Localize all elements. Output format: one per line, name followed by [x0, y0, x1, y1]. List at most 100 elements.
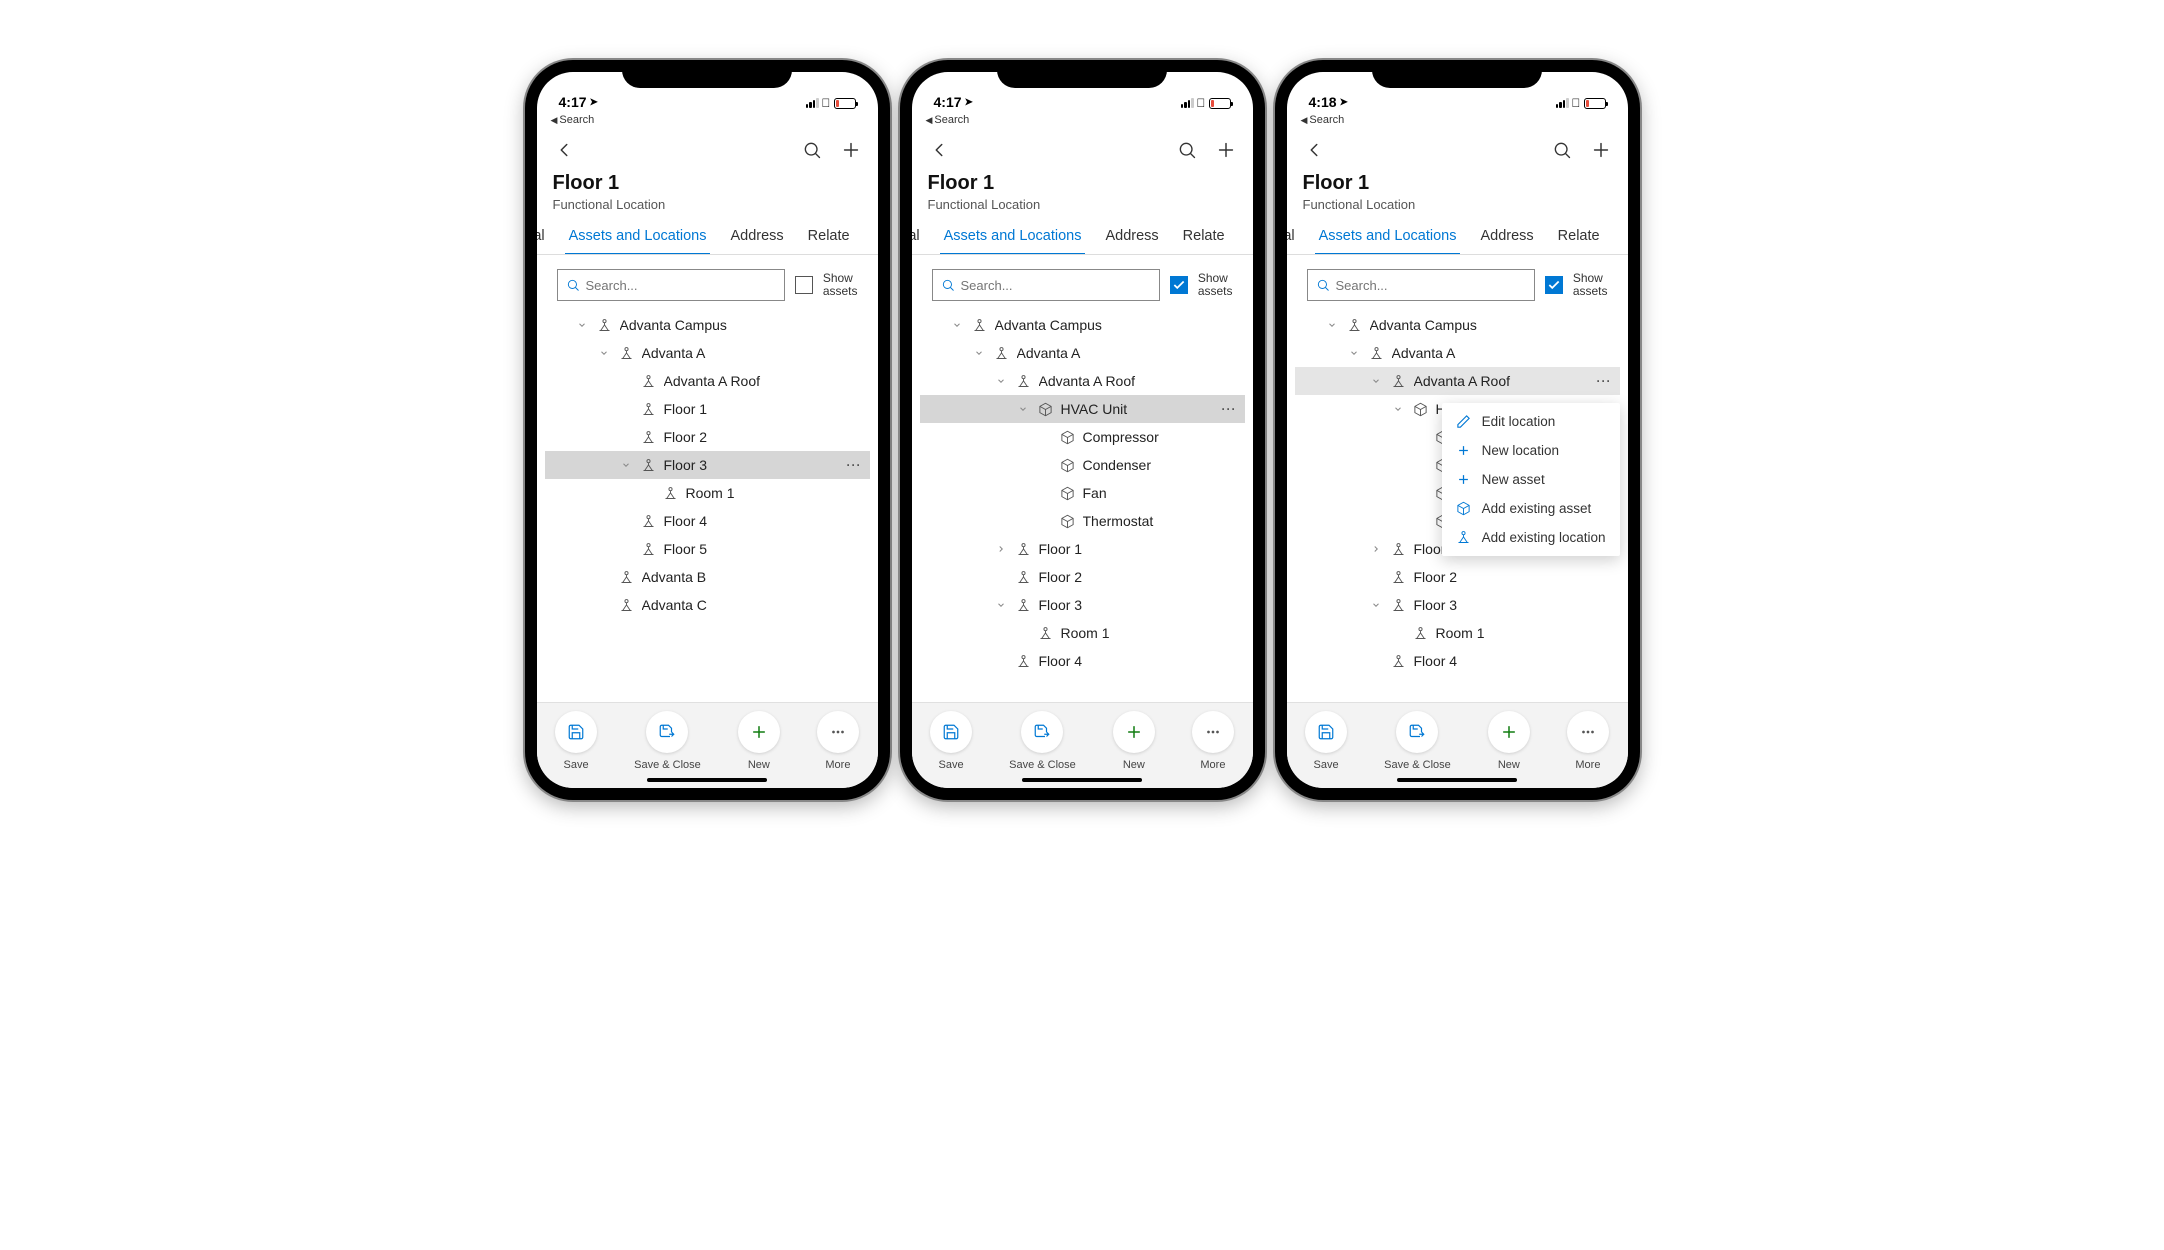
tree-node[interactable]: HVAC Unit ··· — [920, 395, 1245, 423]
tree-node[interactable]: Advanta Campus — [920, 311, 1245, 339]
search-button[interactable] — [802, 140, 822, 160]
tree-node[interactable]: Advanta Campus — [545, 311, 870, 339]
search-input[interactable] — [586, 278, 776, 293]
tree-node[interactable]: Condenser — [920, 451, 1245, 479]
back-button[interactable] — [553, 139, 575, 161]
tab-address[interactable]: Address — [718, 218, 795, 254]
tree-node[interactable]: Floor 4 — [545, 507, 870, 535]
tree-node[interactable]: Room 1 — [545, 479, 870, 507]
tree-node[interactable]: Advanta A — [920, 339, 1245, 367]
node-actions-button[interactable]: ··· — [847, 458, 862, 472]
expand-chevron-icon[interactable] — [996, 600, 1008, 610]
save-button[interactable]: Save — [930, 711, 972, 771]
ctx-new-asset[interactable]: New asset — [1442, 465, 1620, 494]
tree-node[interactable]: Advanta A Roof — [920, 367, 1245, 395]
tree-node[interactable]: Floor 3 — [1295, 591, 1620, 619]
tree-node[interactable]: Floor 1 — [545, 395, 870, 423]
expand-chevron-icon[interactable] — [1349, 348, 1361, 358]
expand-chevron-icon[interactable] — [1371, 600, 1383, 610]
tab-related[interactable]: Relate — [1171, 218, 1237, 254]
search-button[interactable] — [1552, 140, 1572, 160]
tree-node[interactable]: Floor 2 — [1295, 563, 1620, 591]
ctx-add-existing-location[interactable]: Add existing location — [1442, 523, 1620, 552]
more-button[interactable]: More — [1192, 711, 1234, 771]
tree-node[interactable]: Floor 2 — [920, 563, 1245, 591]
tree-node[interactable]: Room 1 — [1295, 619, 1620, 647]
more-button[interactable]: More — [817, 711, 859, 771]
node-actions-button[interactable]: ··· — [1597, 374, 1612, 388]
expand-chevron-icon[interactable] — [1371, 376, 1383, 386]
save-close-button[interactable]: Save & Close — [634, 711, 701, 771]
tab-general[interactable]: ral — [912, 218, 932, 254]
tree-node[interactable]: Advanta A Roof — [545, 367, 870, 395]
tab-assets-locations[interactable]: Assets and Locations — [1307, 218, 1469, 254]
back-to-search-link[interactable]: ◀Search — [912, 112, 1253, 128]
tree-node[interactable]: Floor 3 ··· — [545, 451, 870, 479]
tab-general[interactable]: ral — [537, 218, 557, 254]
back-button[interactable] — [1303, 139, 1325, 161]
save-close-button[interactable]: Save & Close — [1384, 711, 1451, 771]
expand-chevron-icon[interactable] — [974, 348, 986, 358]
tree-node[interactable]: Floor 5 — [545, 535, 870, 563]
more-button[interactable]: More — [1567, 711, 1609, 771]
search-input[interactable] — [1336, 278, 1526, 293]
search-button[interactable] — [1177, 140, 1197, 160]
tree-node[interactable]: Floor 3 — [920, 591, 1245, 619]
tab-related[interactable]: Relate — [1546, 218, 1612, 254]
tree-node[interactable]: Advanta A — [545, 339, 870, 367]
expand-chevron-icon[interactable] — [1393, 404, 1405, 414]
new-button[interactable]: New — [1113, 711, 1155, 771]
back-to-search-link[interactable]: ◀Search — [1287, 112, 1628, 128]
tab-assets-locations[interactable]: Assets and Locations — [932, 218, 1094, 254]
expand-chevron-icon[interactable] — [1371, 544, 1383, 554]
expand-chevron-icon[interactable] — [599, 348, 611, 358]
tab-address[interactable]: Address — [1468, 218, 1545, 254]
tree-node[interactable]: Advanta B — [545, 563, 870, 591]
tree-node[interactable]: Floor 4 — [920, 647, 1245, 675]
home-indicator[interactable] — [647, 778, 767, 782]
ctx-edit-location[interactable]: Edit location — [1442, 407, 1620, 436]
tab-assets-locations[interactable]: Assets and Locations — [557, 218, 719, 254]
expand-chevron-icon[interactable] — [1327, 320, 1339, 330]
ctx-add-existing-asset[interactable]: Add existing asset — [1442, 494, 1620, 523]
tree-node[interactable]: Advanta Campus — [1295, 311, 1620, 339]
tree-node[interactable]: Thermostat — [920, 507, 1245, 535]
expand-chevron-icon[interactable] — [996, 544, 1008, 554]
home-indicator[interactable] — [1022, 778, 1142, 782]
tab-related[interactable]: Relate — [796, 218, 862, 254]
expand-chevron-icon[interactable] — [952, 320, 964, 330]
search-input-container[interactable] — [557, 269, 785, 301]
ctx-new-location[interactable]: New location — [1442, 436, 1620, 465]
tree-node[interactable]: Advanta A — [1295, 339, 1620, 367]
tree-node[interactable]: Fan — [920, 479, 1245, 507]
expand-chevron-icon[interactable] — [621, 460, 633, 470]
show-assets-checkbox[interactable] — [1170, 276, 1188, 294]
expand-chevron-icon[interactable] — [1018, 404, 1030, 414]
add-button[interactable] — [840, 139, 862, 161]
tab-general[interactable]: ral — [1287, 218, 1307, 254]
save-button[interactable]: Save — [555, 711, 597, 771]
show-assets-checkbox[interactable] — [1545, 276, 1563, 294]
new-button[interactable]: New — [738, 711, 780, 771]
tree-node[interactable]: Floor 4 — [1295, 647, 1620, 675]
tree-node[interactable]: Advanta A Roof ··· — [1295, 367, 1620, 395]
tree-node[interactable]: Compressor — [920, 423, 1245, 451]
tree-node[interactable]: Floor 1 — [920, 535, 1245, 563]
home-indicator[interactable] — [1397, 778, 1517, 782]
tree-node[interactable]: Room 1 — [920, 619, 1245, 647]
add-button[interactable] — [1590, 139, 1612, 161]
search-input-container[interactable] — [932, 269, 1160, 301]
back-to-search-link[interactable]: ◀Search — [537, 112, 878, 128]
save-button[interactable]: Save — [1305, 711, 1347, 771]
search-input-container[interactable] — [1307, 269, 1535, 301]
save-close-button[interactable]: Save & Close — [1009, 711, 1076, 771]
show-assets-checkbox[interactable] — [795, 276, 813, 294]
node-actions-button[interactable]: ··· — [1222, 402, 1237, 416]
expand-chevron-icon[interactable] — [577, 320, 589, 330]
new-button[interactable]: New — [1488, 711, 1530, 771]
back-button[interactable] — [928, 139, 950, 161]
add-button[interactable] — [1215, 139, 1237, 161]
tab-address[interactable]: Address — [1093, 218, 1170, 254]
tree-node[interactable]: Floor 2 — [545, 423, 870, 451]
expand-chevron-icon[interactable] — [996, 376, 1008, 386]
